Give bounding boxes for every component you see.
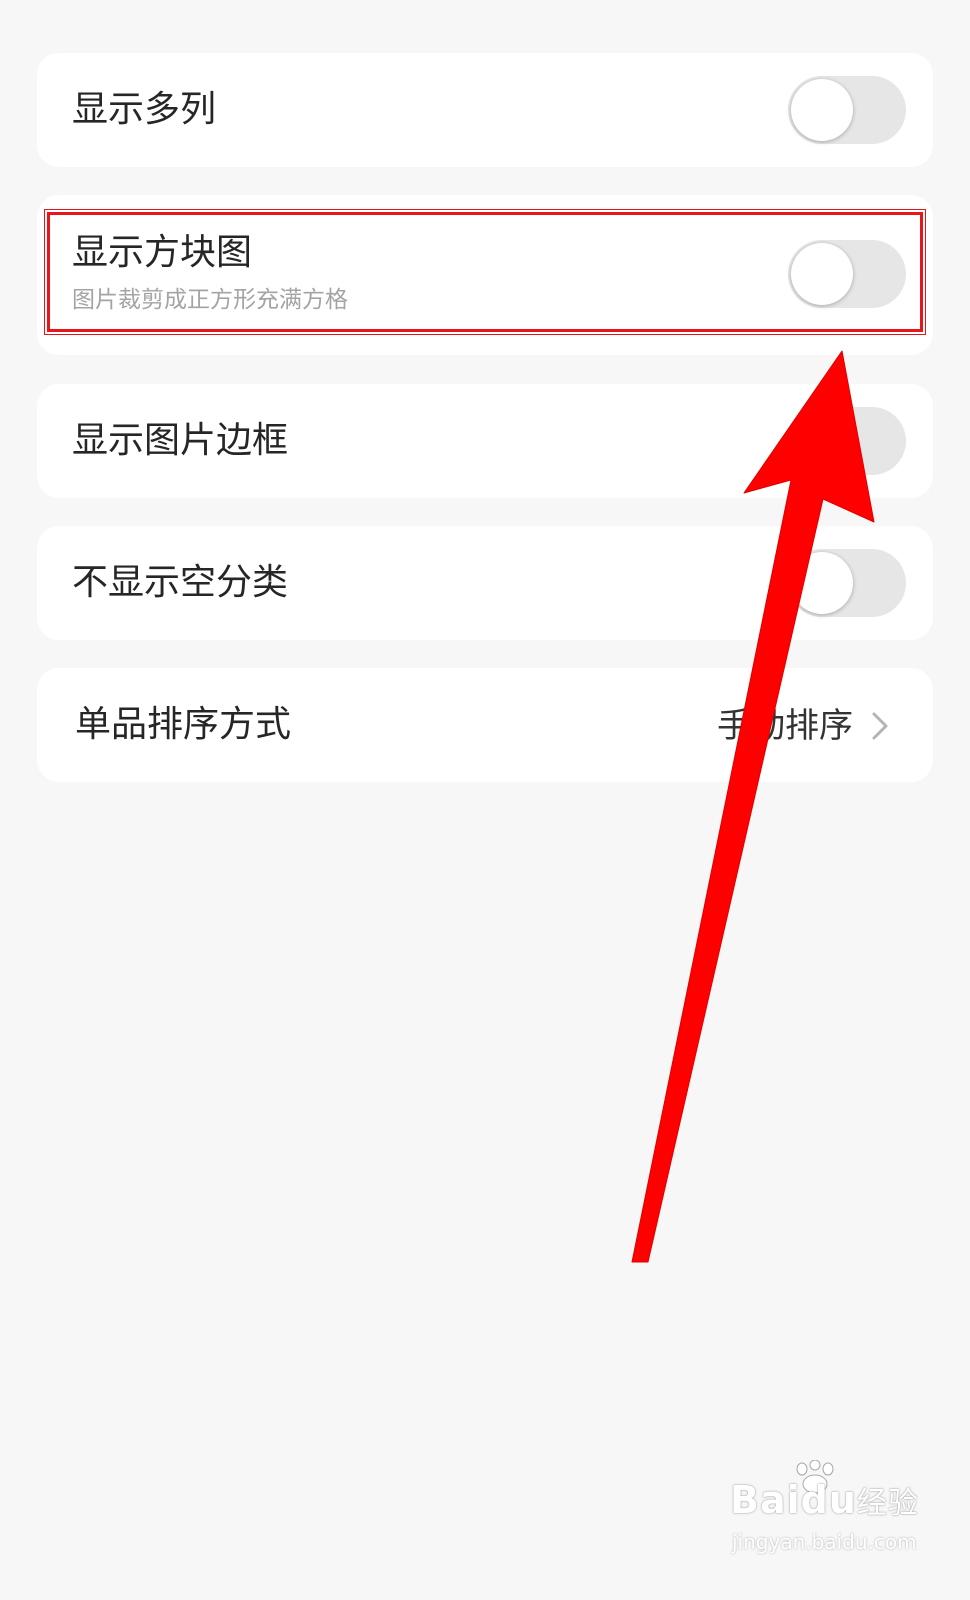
watermark-brand: Baidu经验 [730,1478,919,1522]
square-thumbnail-toggle[interactable] [788,240,906,308]
setting-subtitle: 图片裁剪成正方形充满方格 [72,287,348,313]
setting-row-square-thumbnail[interactable]: 显示方块图 图片裁剪成正方形充满方格 [37,195,933,355]
setting-title: 显示方块图 [72,232,253,273]
toggle-knob [791,79,853,141]
toggle-knob [791,552,853,614]
setting-title: 显示多列 [72,89,217,130]
setting-title: 不显示空分类 [72,562,289,603]
setting-title: 单品排序方式 [75,704,292,745]
chevron-right-icon [872,712,888,740]
watermark-url: jingyan.baidu.com [732,1530,917,1554]
setting-row-multi-column[interactable]: 显示多列 [37,53,933,167]
setting-row-item-sort-order[interactable]: 单品排序方式 手动排序 [37,668,933,782]
image-border-toggle[interactable] [788,407,906,475]
setting-row-hide-empty-category[interactable]: 不显示空分类 [37,526,933,640]
hide-empty-category-toggle[interactable] [788,549,906,617]
multi-column-toggle[interactable] [788,76,906,144]
toggle-knob [791,243,853,305]
baidu-jingyan-watermark: Baidu经验 jingyan.baidu.com [730,1460,930,1580]
toggle-knob [791,410,853,472]
sort-order-value: 手动排序 [717,706,853,746]
setting-row-image-border[interactable]: 显示图片边框 [37,384,933,498]
setting-title: 显示图片边框 [72,420,289,461]
